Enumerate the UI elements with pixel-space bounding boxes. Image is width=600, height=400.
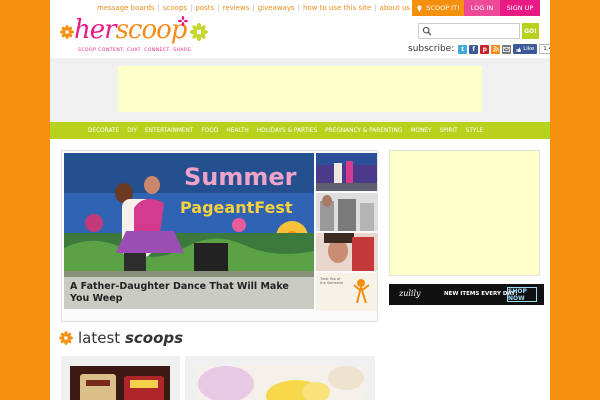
logo-scoop: scoop (115, 15, 188, 45)
thumbnail-4[interactable]: Treat Yoo of the Someone (316, 273, 377, 311)
category-health[interactable]: HEALTH (226, 128, 248, 134)
featured-slider: Summer PageantFest A Father-Daughter Dan… (61, 150, 378, 322)
logo-her: her (74, 15, 117, 45)
category-decorate[interactable]: DECORATE (88, 128, 119, 134)
search-input[interactable] (433, 25, 517, 37)
nav-separator: | (297, 4, 300, 12)
facebook-like-button[interactable]: Like (513, 44, 538, 54)
scoop-icon (417, 4, 422, 12)
nav-separator: | (190, 4, 193, 12)
page: message boards | scoops | posts | reviews | … (50, 0, 550, 400)
hero-sign-summer: Summer (184, 163, 297, 191)
signup-button[interactable]: SIGN UP (500, 0, 540, 16)
thumbnail-image (316, 193, 377, 231)
latest-emph: scoops (124, 329, 184, 347)
subscribe-bar: subscribe: t f p Like 1.4k (408, 43, 550, 55)
nav-about-us[interactable]: about us (380, 3, 411, 13)
email-icon[interactable] (502, 44, 512, 54)
category-money[interactable]: MONEY (410, 128, 431, 134)
category-entertainment[interactable]: ENTERTAINMENT (145, 128, 193, 134)
pinterest-icon[interactable]: p (480, 44, 490, 54)
like-count: 1.4k (539, 44, 550, 54)
category-food[interactable]: FOOD (201, 128, 218, 134)
nav-how-to-use[interactable]: how to use this site (303, 3, 371, 13)
flower-icon (60, 25, 74, 39)
search-icon (422, 26, 432, 36)
nav-separator: | (217, 4, 220, 12)
thumbnail-1[interactable] (316, 153, 377, 191)
top-nav: message boards | scoops | posts | reviews | … (97, 3, 445, 13)
scoop-it-label: SCOOP IT! (426, 4, 460, 12)
nav-giveaways[interactable]: giveaways (258, 3, 295, 13)
card-photo (196, 366, 364, 400)
thumbnail-image (316, 233, 377, 271)
rss-icon[interactable] (491, 44, 501, 54)
thumbnail-3[interactable] (316, 233, 377, 271)
latest-prefix: latest (78, 329, 121, 347)
scoop-card-image (70, 366, 170, 400)
category-pregnancy-parenting[interactable]: PREGNANCY & PARENTING (325, 128, 402, 134)
fb-like-label: Like (523, 46, 535, 52)
ad-band (50, 58, 550, 122)
zulily-logo: zulily (399, 289, 421, 298)
rss-glyph (493, 46, 499, 52)
nav-scoops[interactable]: scoops (163, 3, 187, 13)
zulily-ad[interactable]: zulily NEW ITEMS EVERY DAY! SHOP NOW (389, 284, 544, 305)
latest-scoops-heading: latest scoops (59, 329, 183, 347)
search-box (418, 23, 520, 39)
category-diy[interactable]: DIY (127, 128, 137, 134)
latest-scoops-title: latest scoops (78, 329, 183, 347)
scoop-card-image (196, 366, 364, 400)
leaderboard-ad[interactable] (118, 66, 482, 112)
flower-icon (59, 331, 73, 345)
category-spirit[interactable]: SPIRIT (439, 128, 457, 134)
hero-caption: A Father-Daughter Dance That Will Make Y… (64, 277, 314, 309)
subscribe-label: subscribe: (408, 44, 455, 54)
flower-icon (190, 23, 208, 41)
nav-reviews[interactable]: reviews (223, 3, 250, 13)
category-holidays-parties[interactable]: HOLIDAYS & PARTIES (257, 128, 317, 134)
site-logo[interactable]: herscoop SCOOP CONTENT. CHAT. CONNECT. S… (60, 13, 210, 57)
login-button[interactable]: LOG IN (464, 0, 500, 16)
card-photo (70, 366, 170, 400)
category-style[interactable]: STYLE (466, 128, 484, 134)
nav-separator: | (252, 4, 255, 12)
nav-separator: | (157, 4, 160, 12)
hero-image[interactable]: Summer PageantFest A Father-Daughter Dan… (64, 153, 314, 309)
nav-message-boards[interactable]: message boards (97, 3, 155, 13)
logo-tagline: SCOOP CONTENT. CHAT. CONNECT. SHARE. (78, 48, 193, 53)
category-nav: DECORATE DIY ENTERTAINMENT FOOD HEALTH H… (50, 122, 550, 139)
thumbs-up-icon (516, 47, 522, 52)
scoop-it-button[interactable]: SCOOP IT! (412, 0, 464, 16)
nav-separator: | (374, 4, 377, 12)
twitter-icon[interactable]: t (458, 44, 468, 54)
scoop-card[interactable] (61, 356, 180, 400)
hero-sign-pageantfest: PageantFest (180, 198, 293, 217)
facebook-icon[interactable]: f (469, 44, 479, 54)
zulily-shop-button[interactable]: SHOP NOW (507, 287, 537, 302)
flower-icon (178, 16, 188, 26)
scoop-card[interactable] (185, 356, 375, 400)
sidebar-ad[interactable] (389, 150, 540, 276)
thumbnail-2[interactable] (316, 193, 377, 231)
logo-wordmark: herscoop (74, 15, 188, 45)
thumbnail-caption: Treat Yoo of the Someone (320, 277, 344, 285)
envelope-glyph (503, 46, 511, 52)
thumbnail-image (316, 153, 377, 191)
account-actions: SCOOP IT! LOG IN SIGN UP (412, 0, 540, 16)
nav-posts[interactable]: posts (195, 3, 214, 13)
search-go-button[interactable]: GO! (522, 23, 539, 39)
featured-title[interactable]: A Father-Daughter Dance That Will Make Y… (70, 281, 310, 305)
